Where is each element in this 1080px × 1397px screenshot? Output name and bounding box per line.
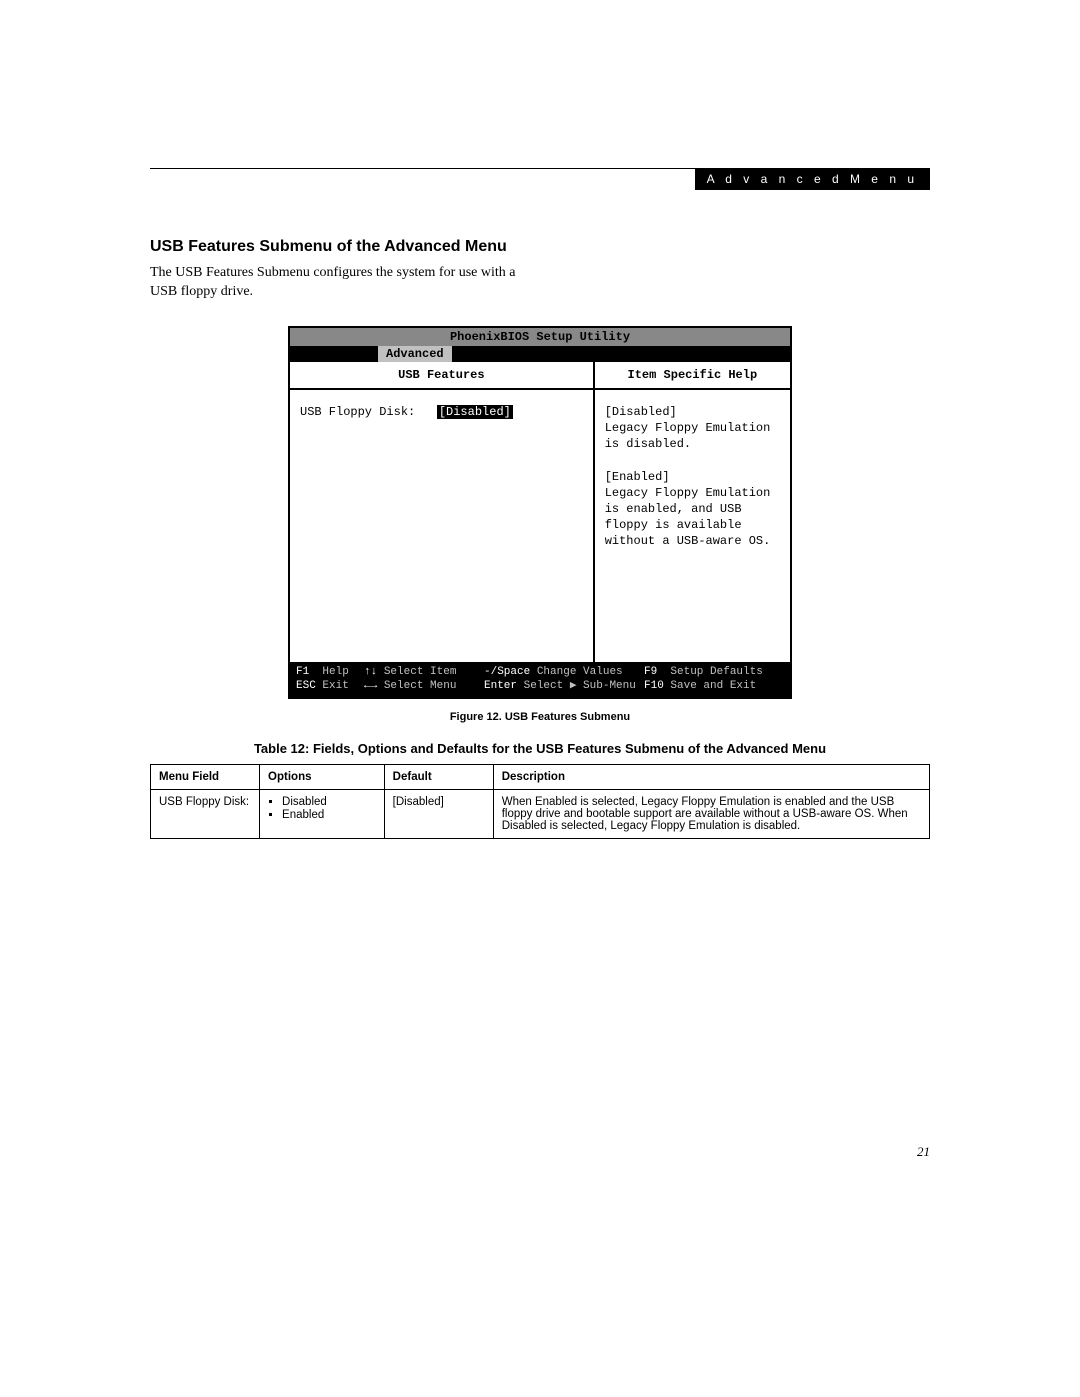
options-table: Menu Field Options Default Description U… xyxy=(150,764,930,839)
bios-key-leftright: ←→ xyxy=(364,680,377,692)
bios-left-heading: USB Features xyxy=(290,362,593,390)
bios-key-updown: ↑↓ xyxy=(364,666,377,678)
bios-key-space-text: Change Values xyxy=(537,666,623,678)
bios-left-panel: USB Features USB Floppy Disk: [Disabled] xyxy=(290,362,595,662)
bios-help-option2-text: Legacy Floppy Emulation is enabled, and … xyxy=(605,485,780,550)
option-item: Enabled xyxy=(282,809,376,821)
bios-footer: F1 Help ↑↓ Select Item -/Space Change Va… xyxy=(290,662,790,698)
bios-title: PhoenixBIOS Setup Utility xyxy=(290,328,790,346)
bios-key-f10-text: Save and Exit xyxy=(670,680,756,692)
bios-setting-row: USB Floppy Disk: [Disabled] xyxy=(300,404,583,420)
bios-key-esc: ESC xyxy=(296,680,316,692)
table-header-description: Description xyxy=(493,765,929,790)
cell-default: [Disabled] xyxy=(384,790,493,839)
bios-help-option1-text: Legacy Floppy Emulation is disabled. xyxy=(605,420,780,452)
document-page: A d v a n c e d M e n u USB Features Sub… xyxy=(0,0,1080,1200)
bios-key-f9: F9 xyxy=(644,666,657,678)
bios-key-enter-text: Select ▶ Sub-Menu xyxy=(524,680,636,692)
section-title: USB Features Submenu of the Advanced Men… xyxy=(150,238,930,256)
section-intro-text: The USB Features Submenu configures the … xyxy=(150,264,540,302)
option-item: Disabled xyxy=(282,796,376,808)
bios-setting-label: USB Floppy Disk: xyxy=(300,405,415,419)
bios-key-f10: F10 xyxy=(644,680,664,692)
bios-help-heading: Item Specific Help xyxy=(595,362,790,390)
table-header-row: Menu Field Options Default Description xyxy=(151,765,930,790)
cell-menu-field: USB Floppy Disk: xyxy=(151,790,260,839)
bios-key-esc-text: Exit xyxy=(322,680,348,692)
table-header-default: Default xyxy=(384,765,493,790)
table-row: USB Floppy Disk: Disabled Enabled [Disab… xyxy=(151,790,930,839)
bios-help-option1-header: [Disabled] xyxy=(605,404,780,420)
bios-key-space: -/Space xyxy=(484,666,530,678)
bios-key-f1-text: Help xyxy=(322,666,348,678)
bios-key-f1: F1 xyxy=(296,666,309,678)
figure-caption: Figure 12. USB Features Submenu xyxy=(150,711,930,723)
bios-help-option2-header: [Enabled] xyxy=(605,469,780,485)
header-section-label: A d v a n c e d M e n u xyxy=(695,168,930,190)
bios-tab-bar: Advanced xyxy=(290,346,790,362)
cell-options: Disabled Enabled xyxy=(260,790,385,839)
cell-description: When Enabled is selected, Legacy Floppy … xyxy=(493,790,929,839)
bios-help-panel: Item Specific Help [Disabled] Legacy Flo… xyxy=(595,362,790,662)
table-header-menu-field: Menu Field xyxy=(151,765,260,790)
bios-setting-value: [Disabled] xyxy=(437,405,513,419)
bios-screenshot: PhoenixBIOS Setup Utility Advanced USB F… xyxy=(288,326,792,700)
bios-key-enter: Enter xyxy=(484,680,517,692)
bios-key-updown-text: Select Item xyxy=(384,666,457,678)
bios-tab-advanced: Advanced xyxy=(378,346,452,362)
bios-key-leftright-text: Select Menu xyxy=(384,680,457,692)
bios-key-f9-text: Setup Defaults xyxy=(670,666,762,678)
table-header-options: Options xyxy=(260,765,385,790)
page-number: 21 xyxy=(917,1144,930,1160)
table-title: Table 12: Fields, Options and Defaults f… xyxy=(150,741,930,756)
